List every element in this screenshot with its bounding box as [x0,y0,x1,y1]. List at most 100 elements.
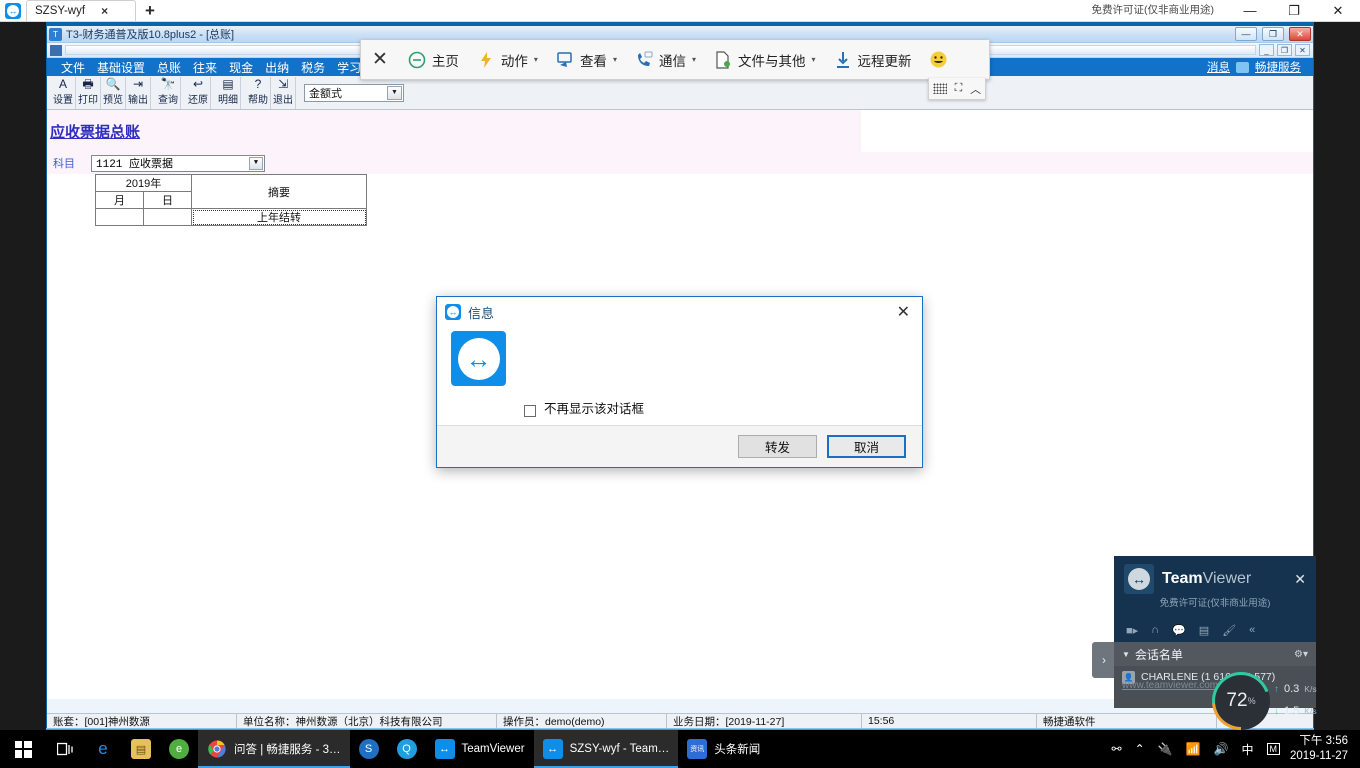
ime-mode-icon[interactable]: M [1266,743,1281,755]
close-icon[interactable]: ✕ [893,302,914,322]
fullscreen-icon[interactable]: ⛶ [955,82,963,95]
windows-taskbar[interactable]: e ▤ e 问答 | 畅捷服务 - 3… S Q ↔ TeamViewer ↔ … [0,730,1360,768]
doc-restore-button[interactable]: ❐ [1277,44,1292,56]
toolbar-button-preview[interactable]: 🔍 预览 [101,76,126,109]
ime-chinese-icon[interactable]: 中 [1242,741,1254,758]
panel-action-icons[interactable]: ■▸ ∩ 💬 ▤ 🖌 « [1114,618,1316,642]
session-list-header[interactable]: ▼ 会话名单 ⚙▾ [1114,642,1316,666]
close-icon[interactable]: ✕ [1294,571,1306,588]
taskbar-item-chrome[interactable]: 问答 | 畅捷服务 - 3… [198,730,350,768]
checkbox-box[interactable] [524,405,536,417]
session-tab[interactable]: SZSY-wyf × [26,0,136,21]
menu-item-basic-settings[interactable]: 基础设置 [91,58,151,77]
chevron-down-icon[interactable]: ▼ [387,85,402,100]
chevron-down-icon[interactable]: ▼ [1122,650,1130,659]
chevron-up-icon[interactable]: ︿ [970,81,981,97]
toolbar-button-help[interactable]: ? 帮助 [246,76,271,109]
toolbar-button-export[interactable]: ⇥ 输出 [126,76,151,109]
cancel-button[interactable]: 取消 [827,435,906,458]
battery-icon[interactable]: 🔌 [1158,742,1173,756]
brand-light: Viewer [1202,570,1252,587]
cell-summary[interactable]: 上年结转 [191,208,367,226]
volume-icon[interactable]: 🔊 [1214,742,1229,756]
wifi-icon[interactable]: 📶 [1186,742,1201,756]
account-select[interactable]: 1121 应收票据 ▼ [91,154,265,172]
chevron-down-icon[interactable]: ▾ [534,55,538,64]
menu-item-tax[interactable]: 税务 [295,58,331,77]
close-button[interactable]: ✕ [1289,27,1311,41]
remote-desktop[interactable]: T T3-财务通普及版10.8plus2 - [总账] — ❐ ✕ _ ❐ ✕ … [0,22,1360,730]
maximize-button[interactable]: ❐ [1262,27,1284,41]
toolbar-button-home[interactable]: 主页 [399,40,468,80]
close-icon[interactable]: × [101,4,108,18]
toolbar-button-smiley[interactable] [920,40,957,80]
people-icon[interactable]: ⚯ [1112,742,1122,756]
t3-toolbar[interactable]: A 设置 🖶 打印 🔍 预览 ⇥ 输出 🔭 查询 ↩ 还原 ▤ 明细 ? 帮助 … [47,76,1313,110]
menu-item-cash[interactable]: 现金 [223,58,259,77]
whiteboard-icon[interactable]: ▤ [1199,624,1209,637]
toolbar-button-detail[interactable]: ▤ 明细 [216,76,241,109]
table-row[interactable]: 上年结转 [95,208,367,226]
doc-close-button[interactable]: ✕ [1295,44,1310,56]
start-button[interactable] [0,730,46,768]
chevron-down-icon[interactable]: ▾ [613,55,617,64]
video-icon[interactable]: ■▸ [1126,624,1138,637]
maximize-icon[interactable]: ❐ [1272,0,1316,21]
taskbar-item-browser-360[interactable]: e [160,730,198,768]
clock[interactable]: 下午 3:56 2019-11-27 [1290,734,1360,764]
cell-month[interactable] [95,208,144,226]
menu-item-current-accounts[interactable]: 往来 [187,58,223,77]
format-select[interactable]: 金额式 ▼ [304,83,404,102]
chevron-down-icon[interactable]: ▾ [811,55,815,64]
information-dialog[interactable]: ↔ 信息 ✕ ↔ 不再显示该对话框 转发 取消 [436,296,923,468]
taskbar-item-edge[interactable]: e [84,730,122,768]
taskbar-item-teamviewer-session[interactable]: ↔ SZSY-wyf - Team… [533,730,679,768]
system-tray[interactable]: ⚯ ⌃ 🔌 📶 🔊 中 M [1112,741,1291,758]
taskbar-item-file-explorer[interactable]: ▤ [122,730,160,768]
menu-item-general-ledger[interactable]: 总账 [151,58,187,77]
toolbar-button-query[interactable]: 🔭 查询 [156,76,181,109]
close-icon[interactable]: ✕ [1316,0,1360,21]
teamviewer-control-toolbar[interactable]: ✕ 主页 动作 ▾ 查看 ▾ 通信 ▾ 文件与其他 ▾ 远程更新 [360,40,990,80]
toolbar-button-restore[interactable]: ↩ 还原 [186,76,211,109]
taskbar-item-task-view[interactable] [46,730,84,768]
taskbar-item-toutiao[interactable]: 资讯 头条新闻 [678,730,769,768]
taskbar-item-teamviewer[interactable]: ↔ TeamViewer [426,730,534,768]
doc-minimize-button[interactable]: _ [1259,44,1274,56]
menu-item-cashier[interactable]: 出纳 [259,58,295,77]
toolbar-button-actions[interactable]: 动作 ▾ [468,40,547,80]
close-icon[interactable]: ✕ [361,48,399,71]
minimize-icon[interactable]: — [1228,0,1272,21]
taskbar-item-sogou[interactable]: S [350,730,388,768]
taskbar-item-qq-browser[interactable]: Q [388,730,426,768]
toolbar-button-communicate[interactable]: 通信 ▾ [626,40,705,80]
teamviewer-mini-widget[interactable]: ⛶ ︿ [928,78,986,100]
toolbar-button-print[interactable]: 🖶 打印 [76,76,101,109]
cell-day[interactable] [143,208,192,226]
toolbar-button-remote-update[interactable]: 远程更新 [824,40,920,80]
new-tab-button[interactable]: + [136,0,164,21]
toolbar-button-files-extras[interactable]: 文件与其他 ▾ [705,40,825,80]
dot-grid-icon[interactable] [932,83,947,94]
toolbar-button-settings[interactable]: A 设置 [51,76,76,109]
minimize-button[interactable]: — [1235,27,1257,41]
chevron-down-icon[interactable]: ▼ [249,156,263,170]
audio-icon[interactable]: ∩ [1151,624,1159,636]
menu-link-messages[interactable]: 消息 [1203,59,1234,75]
chevron-up-icon[interactable]: ⌃ [1135,742,1145,756]
brush-icon[interactable]: 🖌 [1222,624,1236,637]
gear-icon[interactable]: ⚙▾ [1294,649,1308,660]
teamviewer-url[interactable]: www.teamviewer.com [1122,680,1218,691]
chevron-down-icon[interactable]: ▾ [692,55,696,64]
menu-link-service[interactable]: 畅捷服务 [1251,59,1305,75]
report-grid[interactable]: 2019年 摘要 月 日 上年结转 [95,174,367,226]
toolbar-button-exit[interactable]: ⇲ 退出 [271,76,296,109]
toolbar-button-view[interactable]: 查看 ▾ [547,40,626,80]
collapse-icon[interactable]: « [1249,624,1255,636]
panel-expand-button[interactable]: › [1092,642,1116,678]
chat-icon[interactable]: 💬 [1172,624,1186,637]
dont-show-again-checkbox[interactable]: 不再显示该对话框 [524,331,644,425]
panel-license-notice: 免费许可证(仅非商业用途) [1159,598,1271,609]
menu-item-file[interactable]: 文件 [55,58,91,77]
forward-button[interactable]: 转发 [738,435,817,458]
